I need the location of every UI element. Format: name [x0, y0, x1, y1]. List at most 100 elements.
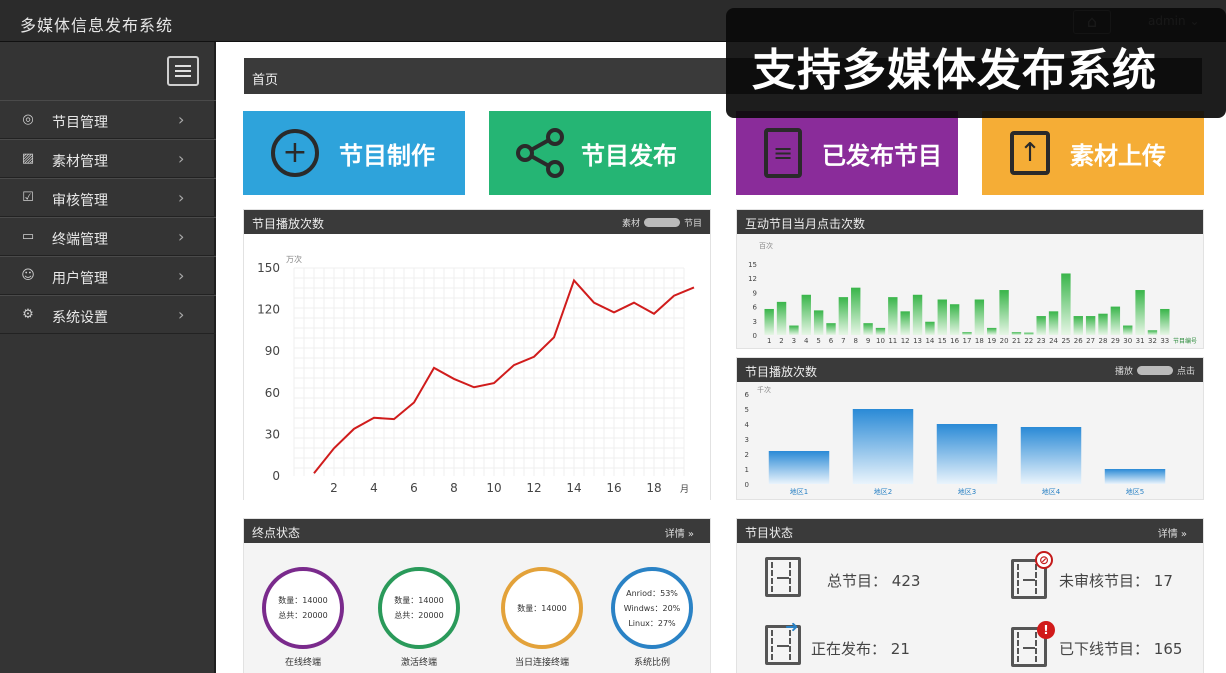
x-tick-label: 2: [330, 481, 338, 495]
x-tick-label: 32: [1148, 337, 1157, 345]
y-tick-label: 30: [265, 427, 280, 441]
toggle-left-label: 播放: [1114, 367, 1133, 377]
x-tick-label: 23: [1037, 337, 1046, 345]
bar: [999, 290, 1009, 335]
bar: [1024, 332, 1034, 335]
terminal-status-panel: 终点状态 详情 » 数量：14000 总共：20000 在线终端 数量：1400…: [243, 518, 711, 673]
sidebar-item-user[interactable]: ☺ 用户管理 ›: [0, 256, 216, 295]
sidebar-item-program[interactable]: ◎ 节目管理 ›: [0, 100, 216, 139]
stat-value: 17: [1153, 572, 1173, 590]
app-title: 多媒体信息发布系统: [20, 16, 174, 35]
bar: [1073, 316, 1083, 335]
forbidden-icon: ⊘: [1035, 551, 1053, 569]
x-unit-label: 月: [680, 484, 689, 495]
bar: [863, 323, 873, 335]
x-tick-label: 6: [410, 481, 418, 495]
ring-line1: 数量：14000: [278, 596, 328, 605]
monitor-icon: ▭: [21, 229, 35, 244]
bar: [925, 321, 935, 335]
x-tick-label: 25: [1061, 337, 1070, 345]
ring-label: 激活终端: [400, 658, 437, 668]
bar: [813, 310, 824, 335]
x-tick-label: 30: [1123, 337, 1132, 345]
panel-title: 节目状态: [745, 526, 794, 540]
tile-upload-material[interactable]: ↑ 素材上传: [982, 111, 1204, 195]
region-panel: 节目播放次数 播放 点击 千次 0 1 2 3 4 5 6 地区1 地区2 地区3 地区4 地区5: [736, 357, 1204, 500]
chevron-right-icon: ›: [178, 305, 185, 324]
bar: [1036, 316, 1046, 335]
stat-label: 已下线节目：: [1059, 640, 1150, 658]
x-tick-label: 16: [606, 481, 621, 495]
sidebar-item-material[interactable]: ▨ 素材管理 ›: [0, 139, 216, 178]
plus-circle-icon: +: [271, 129, 319, 177]
x-tick-label: 13: [913, 337, 922, 345]
play-click-toggle[interactable]: 播放 点击: [1115, 364, 1195, 377]
x-tick-label: 地区1: [790, 487, 808, 496]
ring-line2: 总共：20000: [278, 611, 328, 620]
y-tick-label: 2: [745, 451, 749, 459]
y-tick-label: 12: [748, 275, 757, 283]
x-tick-label: 3: [792, 337, 796, 345]
breadcrumb-home[interactable]: 首页: [252, 73, 278, 88]
ring-line1: Anriod：53%: [626, 588, 678, 598]
chevron-right-icon: ›: [178, 266, 185, 285]
banner-text: 支持多媒体发布系统: [752, 45, 1157, 96]
sidebar-item-settings[interactable]: ⚙ 系统设置 ›: [0, 295, 216, 334]
bar: [936, 424, 998, 484]
x-tick-label: 29: [1111, 337, 1120, 345]
ring-line3: Linux：27%: [628, 618, 676, 628]
x-tick-label: 7: [841, 337, 845, 345]
x-tick-label: 6: [829, 337, 834, 345]
playcount-panel: 节目播放次数 素材 节目 万次 0 30 60 90 120 150 2 4 6 8 10 12 14 16 1…: [243, 209, 711, 500]
x-tick-label: 12: [901, 337, 910, 345]
x-tick-label: 21: [1012, 337, 1021, 345]
bar: [987, 327, 997, 335]
daily-connection-ring: 数量：14000: [501, 567, 583, 649]
toggle-switch[interactable]: [643, 218, 680, 227]
tile-create-program[interactable]: + 节目制作: [243, 111, 465, 195]
x-tick-label: 19: [987, 337, 996, 345]
x-tick-label: 8: [450, 481, 458, 495]
x-tick-label: 10: [486, 481, 501, 495]
film-icon: [765, 557, 801, 597]
interactive-panel: 互动节目当月点击次数 百次 0 3 6 9 12 15 1 2 3 4 5 6 7 8 9 10 11 12 13 14…: [736, 209, 1204, 349]
bar: [768, 451, 830, 484]
detail-link[interactable]: 详情 »: [1158, 525, 1187, 540]
y-unit-label: 万次: [286, 254, 302, 264]
checkbox-icon: ☑: [22, 190, 34, 205]
x-tick-label: 22: [1024, 337, 1033, 345]
y-tick-label: 6: [745, 391, 750, 399]
bar: [851, 287, 861, 335]
bar: [852, 409, 914, 484]
y-tick-label: 4: [745, 421, 750, 429]
detail-label: 详情: [1157, 529, 1178, 540]
menu-toggle-button[interactable]: [167, 56, 199, 86]
stat-value: 423: [891, 572, 921, 590]
stat-value: 165: [1153, 640, 1183, 658]
panel-header: 节目播放次数 素材 节目: [244, 210, 710, 234]
stat-label: 总节目：: [827, 572, 888, 590]
bar: [1160, 308, 1170, 335]
bar: [1020, 427, 1082, 484]
x-tick-label: 27: [1086, 337, 1095, 345]
x-tick-label: 4: [804, 337, 809, 345]
ring-line1: 数量：14000: [517, 603, 567, 613]
x-tick-label: 31: [1136, 337, 1145, 345]
tile-published-programs[interactable]: ≡ 已发布节目: [736, 111, 958, 195]
y-tick-label: 120: [257, 303, 280, 317]
detail-link[interactable]: 详情 »: [665, 525, 694, 540]
sidebar-item-terminal[interactable]: ▭ 终端管理 ›: [0, 217, 216, 256]
stat-value: 21: [890, 640, 910, 658]
sidebar-item-label: 审核管理: [52, 193, 108, 209]
tile-publish-program[interactable]: 节目发布: [489, 111, 711, 195]
material-program-toggle[interactable]: 素材 节目: [622, 216, 702, 229]
panel-title: 节目播放次数: [745, 365, 818, 379]
bar: [801, 294, 811, 335]
sidebar-item-review[interactable]: ☑ 审核管理 ›: [0, 178, 216, 217]
y-tick-label: 6: [753, 304, 758, 312]
toggle-switch[interactable]: [1136, 366, 1173, 375]
ring-label: 系统比例: [633, 658, 670, 668]
y-unit-label: 千次: [757, 385, 771, 394]
y-tick-label: 90: [265, 344, 280, 358]
bar: [826, 323, 836, 335]
